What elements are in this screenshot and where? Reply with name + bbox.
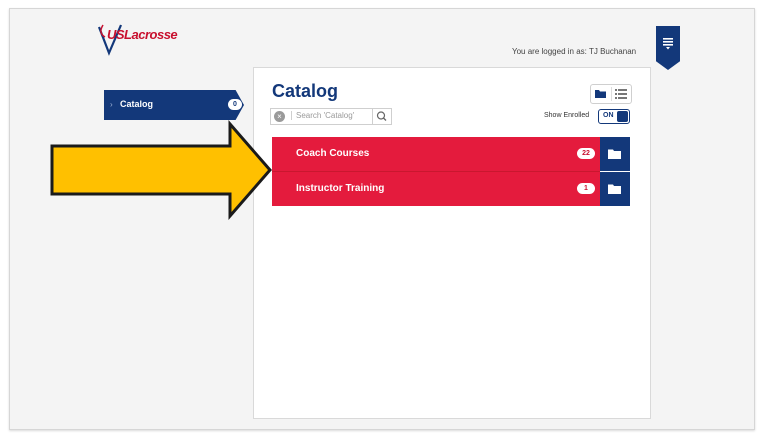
catalog-row-coach-courses[interactable]: Coach Courses 22 bbox=[272, 137, 630, 171]
toggle-state: ON bbox=[603, 112, 614, 119]
search-button[interactable] bbox=[372, 109, 391, 124]
uslacrosse-logo[interactable]: USLacrosse bbox=[95, 23, 181, 59]
view-toggle bbox=[590, 84, 632, 104]
sidebar-item-label: Catalog bbox=[120, 99, 154, 109]
search-box: × Search 'Catalog' bbox=[270, 108, 392, 125]
show-enrolled-label: Show Enrolled bbox=[544, 112, 590, 119]
folder-icon bbox=[608, 184, 621, 194]
folder-view-icon[interactable] bbox=[595, 88, 607, 99]
menu-button[interactable] bbox=[656, 26, 680, 70]
open-folder-button[interactable] bbox=[600, 172, 630, 206]
catalog-row-count: 22 bbox=[577, 148, 595, 159]
catalog-row-label: Instructor Training bbox=[296, 183, 385, 194]
catalog-row-label: Coach Courses bbox=[296, 148, 370, 159]
open-folder-button[interactable] bbox=[600, 137, 630, 171]
chevron-right-icon: › bbox=[110, 100, 113, 109]
search-icon bbox=[376, 111, 387, 121]
clear-icon[interactable]: × bbox=[274, 111, 285, 122]
catalog-row-instructor-training[interactable]: Instructor Training 1 bbox=[272, 172, 630, 206]
logged-in-user: You are logged in as: TJ Buchanan bbox=[512, 47, 637, 56]
catalog-row-count: 1 bbox=[577, 183, 595, 194]
show-enrolled-toggle[interactable]: ON bbox=[598, 109, 630, 124]
sidebar-item-count: 0 bbox=[228, 99, 242, 110]
list-view-icon[interactable] bbox=[615, 88, 627, 99]
folder-icon bbox=[608, 149, 621, 159]
catalog-panel: Catalog × Search 'Catalog' Show Enrolled… bbox=[253, 67, 651, 419]
sidebar-item-catalog[interactable]: › Catalog 0 bbox=[104, 90, 244, 120]
logo-text: USLacrosse bbox=[107, 27, 178, 42]
page-title: Catalog bbox=[272, 81, 339, 101]
menu-icon bbox=[663, 38, 673, 50]
search-input[interactable]: Search 'Catalog' bbox=[291, 111, 354, 120]
arrow-icon bbox=[50, 120, 272, 220]
toggle-knob bbox=[617, 111, 628, 122]
view-toggle-divider bbox=[611, 87, 612, 101]
